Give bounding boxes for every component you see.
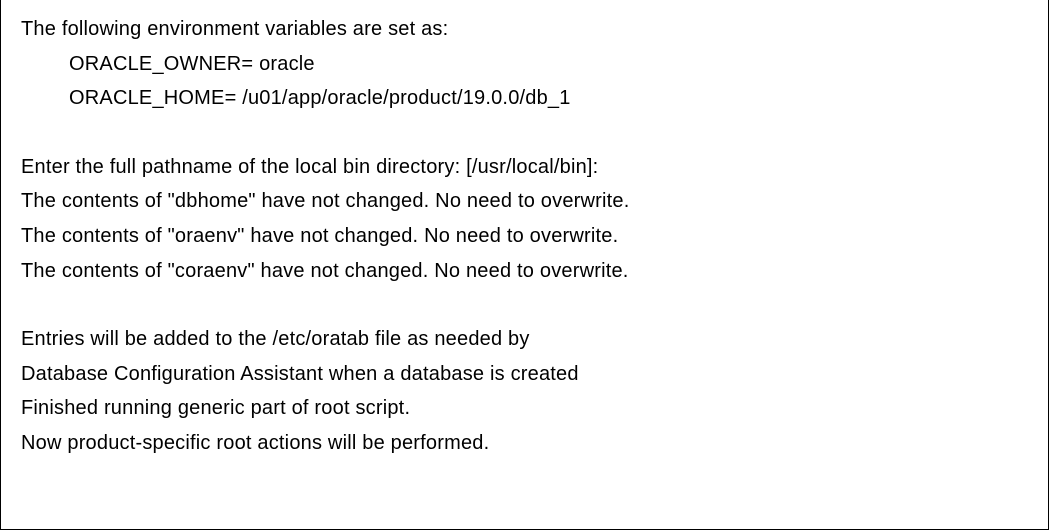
output-line: Database Configuration Assistant when a … xyxy=(21,357,1028,392)
output-line: The contents of "coraenv" have not chang… xyxy=(21,254,1028,289)
output-line: Now product-specific root actions will b… xyxy=(21,426,1028,461)
output-line: Enter the full pathname of the local bin… xyxy=(21,150,1028,185)
output-line: Entries will be added to the /etc/oratab… xyxy=(21,322,1028,357)
output-line: Finished running generic part of root sc… xyxy=(21,391,1028,426)
output-line: ORACLE_OWNER= oracle xyxy=(21,47,1028,82)
blank-line xyxy=(21,116,1028,150)
terminal-output-box: The following environment variables are … xyxy=(0,0,1049,530)
output-line: The following environment variables are … xyxy=(21,12,1028,47)
output-line: ORACLE_HOME= /u01/app/oracle/product/19.… xyxy=(21,81,1028,116)
output-line: The contents of "dbhome" have not change… xyxy=(21,184,1028,219)
output-line: The contents of "oraenv" have not change… xyxy=(21,219,1028,254)
blank-line xyxy=(21,288,1028,322)
